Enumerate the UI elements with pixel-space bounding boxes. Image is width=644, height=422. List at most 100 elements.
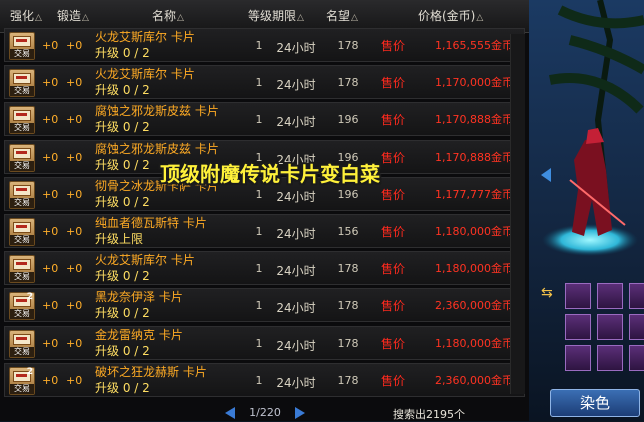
item-price: 1,180,000金币 [435,262,513,276]
header-price[interactable]: 价格(金币)△ [418,8,483,26]
avatar-slot[interactable] [565,345,591,371]
scrollbar[interactable] [510,34,525,394]
enhance-value: +0 [42,76,59,90]
table-row[interactable]: 交易 +0 +0 金龙雷纳克 卡片 升级 0 / 2 1 24小时 178 售价 1,180,00… [4,325,525,360]
card-item-icon[interactable]: 交易 [9,32,35,60]
header-enhance[interactable]: 强化△ [10,8,42,26]
table-row[interactable]: 交易 +0 +0 火龙艾斯库尔 卡片 升级 0 / 2 1 24小时 178 售价 1,165,5… [4,28,525,62]
search-result-count: 搜索出2195个 [393,408,465,421]
forge-value: +0 [66,113,83,127]
upgrade-status: 升级 0 / 2 [95,120,150,135]
upgrade-status: 升级 0 / 2 [95,83,150,98]
pager: 1/220 [215,404,315,421]
price-label: 售价 [381,262,406,277]
card-glyph [13,110,31,122]
price-label: 售价 [381,225,406,239]
sort-icon: △ [351,13,358,23]
forge-value: +0 [66,187,83,201]
card-item-icon[interactable]: 交易 [9,180,35,209]
table-row[interactable]: 交易 +0 +0 火龙艾斯库尔 卡片 升级 0 / 2 1 24小时 178 售价 1,180,0… [4,251,525,286]
forge-value: +0 [66,299,83,313]
header-level[interactable]: 等级 [248,8,272,24]
item-duration: 24小时 [276,264,316,279]
enhance-value: +0 [42,299,59,313]
item-price: 1,165,555金币 [435,39,513,52]
table-row[interactable]: 2 交易 +0 +0 黑龙奈伊泽 卡片 升级 0 / 2 1 24小时 178 售价 2,360,0… [4,288,525,323]
card-item-icon[interactable]: 交易 [9,255,35,284]
dye-button[interactable]: 染色 [550,389,640,417]
avatar-slot[interactable] [597,283,623,309]
card-item-icon[interactable]: 交易 [9,143,35,172]
enhance-value: +0 [42,225,59,238]
trade-tag: 交易 [10,383,34,394]
stack-count: 2 [26,366,33,377]
sort-icon: △ [297,13,304,23]
item-prestige: 196 [337,113,359,127]
header-duration-label: 期限 [272,9,297,23]
avatar-slot[interactable] [597,314,623,340]
header-forge[interactable]: 锻造△ [57,8,89,26]
header-prestige[interactable]: 名望△ [326,8,358,26]
header-duration[interactable]: 期限△ [272,8,304,26]
item-name: 火龙艾斯库尔 卡片 [95,253,195,268]
item-prestige: 178 [337,299,359,313]
forge-value: +0 [66,262,83,276]
item-name: 火龙艾斯库尔 卡片 [95,30,195,44]
card-item-icon[interactable]: 交易 [9,106,35,135]
item-prestige: 178 [337,39,359,52]
trade-tag: 交易 [10,160,34,171]
item-name: 破坏之狂龙赫斯 卡片 [95,364,207,379]
item-duration: 24小时 [276,375,316,390]
item-price: 1,170,888金币 [435,113,513,127]
table-row[interactable]: 交易 +0 +0 纯血者德瓦斯特 卡片 升级上限 1 24小时 156 售价 1,180,000金… [4,214,525,248]
card-item-icon[interactable]: 2 交易 [9,366,35,395]
trade-tag: 交易 [10,86,34,97]
item-duration: 24小时 [276,227,316,241]
arrow-left-icon[interactable] [541,168,551,182]
header-name[interactable]: 名称△ [152,8,184,26]
item-prestige: 178 [337,262,359,276]
arrow-right-icon[interactable] [295,407,305,419]
avatar-slot[interactable] [597,345,623,371]
card-item-icon[interactable]: 2 交易 [9,292,35,321]
item-level: 1 [255,39,263,52]
item-name: 火龙艾斯库尔 卡片 [95,67,195,82]
item-name: 金龙雷纳克 卡片 [95,327,183,342]
item-prestige: 178 [337,76,359,90]
card-glyph [13,73,31,85]
upgrade-status: 升级 0 / 2 [95,46,150,60]
header-level-label: 等级 [248,9,273,23]
avatar-slot[interactable] [629,314,644,340]
price-label: 售价 [381,187,406,202]
price-label: 售价 [381,299,406,314]
card-item-icon[interactable]: 交易 [9,69,35,98]
swap-icon[interactable]: ⇆ [541,285,553,301]
card-item-icon[interactable]: 交易 [9,218,35,246]
overlay-caption: 顶级附魔传说卡片变白菜 [160,162,380,186]
price-label: 售价 [381,113,406,128]
upgrade-status: 升级上限 [95,232,144,246]
upgrade-status: 升级 0 / 2 [95,343,150,358]
enhance-value: +0 [42,262,59,276]
trade-tag: 交易 [10,49,34,59]
table-row[interactable]: 交易 +0 +0 腐蚀之邪龙斯皮兹 卡片 升级 0 / 2 1 24小时 196 售价 1,170… [4,102,525,137]
table-row[interactable]: 交易 +0 +0 火龙艾斯库尔 卡片 升级 0 / 2 1 24小时 178 售价 1,170,0… [4,65,525,100]
upgrade-status: 升级 0 / 2 [95,157,150,172]
item-level: 1 [255,336,263,350]
item-duration: 24小时 [276,78,316,93]
price-label: 售价 [381,39,406,53]
avatar-slot[interactable] [629,283,644,309]
forge-value: +0 [66,39,83,52]
item-name: 黑龙奈伊泽 卡片 [95,290,183,305]
item-name: 腐蚀之邪龙斯皮兹 卡片 [95,104,219,119]
avatar-slot[interactable] [629,345,644,371]
item-duration: 24小时 [276,301,316,316]
arrow-left-icon[interactable] [225,407,235,419]
item-price: 2,360,000金币 [435,299,513,313]
avatar-slot[interactable] [565,314,591,340]
item-price: 1,177,777金币 [435,187,513,201]
avatar-slot[interactable] [565,283,591,309]
table-row[interactable]: 2 交易 +0 +0 破坏之狂龙赫斯 卡片 升级 0 / 2 1 24小时 178 售价 2,360… [4,362,525,397]
upgrade-status: 升级 0 / 2 [95,380,150,395]
card-item-icon[interactable]: 交易 [9,329,35,358]
